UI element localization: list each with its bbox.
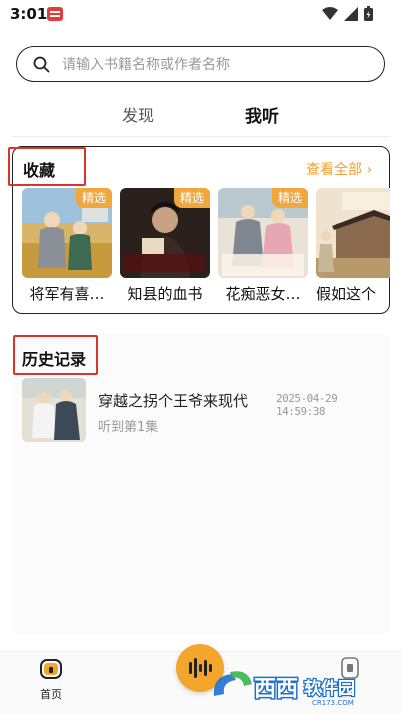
watermark-logo: 西西 软件园 CR173.COM — [208, 666, 392, 708]
battery-icon — [364, 6, 373, 21]
tab-divider — [12, 136, 390, 137]
wifi-icon — [322, 6, 338, 20]
book-cover[interactable]: 精选 — [120, 188, 210, 278]
history-title: 历史记录 — [22, 350, 87, 369]
history-item[interactable]: 穿越之拐个王爷来现代 听到第1集 2025-04-29 14:59:38 — [22, 376, 382, 444]
nav-home-label: 首页 — [40, 688, 62, 701]
notification-app-icon — [47, 7, 63, 21]
featured-badge: 精选 — [75, 188, 112, 208]
search-icon — [33, 56, 50, 72]
home-icon — [40, 659, 62, 679]
search-bar[interactable]: 请输入书籍名称或作者名称 — [16, 46, 385, 82]
book-cover[interactable] — [316, 188, 390, 278]
history-book-name: 穿越之拐个王爷来现代 — [98, 392, 249, 410]
history-progress: 听到第1集 — [98, 420, 159, 435]
book-item[interactable]: 假如这个 — [316, 188, 390, 304]
favorites-title: 收藏 — [23, 161, 56, 180]
nav-home[interactable]: 首页 — [36, 658, 66, 702]
featured-badge: 精选 — [173, 188, 210, 208]
book-item[interactable]: 精选 将军有喜… — [22, 188, 112, 304]
status-bar: 3:01 — [0, 0, 401, 28]
book-cover[interactable]: 精选 — [218, 188, 308, 278]
tab-listen[interactable]: 我听 — [245, 102, 279, 127]
signal-icon — [344, 6, 358, 21]
status-icons — [322, 6, 373, 21]
book-item[interactable]: 精选 花痴恶女… — [218, 188, 308, 304]
book-title: 知县的血书 — [127, 285, 203, 303]
search-placeholder: 请输入书籍名称或作者名称 — [62, 57, 230, 73]
svg-text:软件园: 软件园 — [304, 678, 355, 699]
view-all-link[interactable]: 查看全部 › — [306, 159, 372, 179]
svg-text:CR173.COM: CR173.COM — [312, 699, 354, 707]
book-title: 假如这个 — [316, 285, 377, 303]
svg-text:西西: 西西 — [254, 677, 298, 702]
favorites-book-list: 精选 将军有喜… 精选 知县的血书 精选 花痴恶女… 假如这个 — [22, 188, 390, 306]
book-title: 花痴恶女… — [225, 285, 301, 303]
status-time: 3:01 — [10, 5, 48, 23]
history-cover[interactable] — [22, 378, 86, 442]
book-title: 将军有喜… — [29, 285, 105, 303]
history-timestamp: 2025-04-29 14:59:38 — [276, 392, 338, 418]
book-item[interactable]: 精选 知县的血书 — [120, 188, 210, 304]
top-tabs: 发现 我听 — [0, 100, 401, 130]
featured-badge: 精选 — [271, 188, 308, 208]
tab-discover[interactable]: 发现 — [122, 102, 154, 126]
book-cover[interactable]: 精选 — [22, 188, 112, 278]
